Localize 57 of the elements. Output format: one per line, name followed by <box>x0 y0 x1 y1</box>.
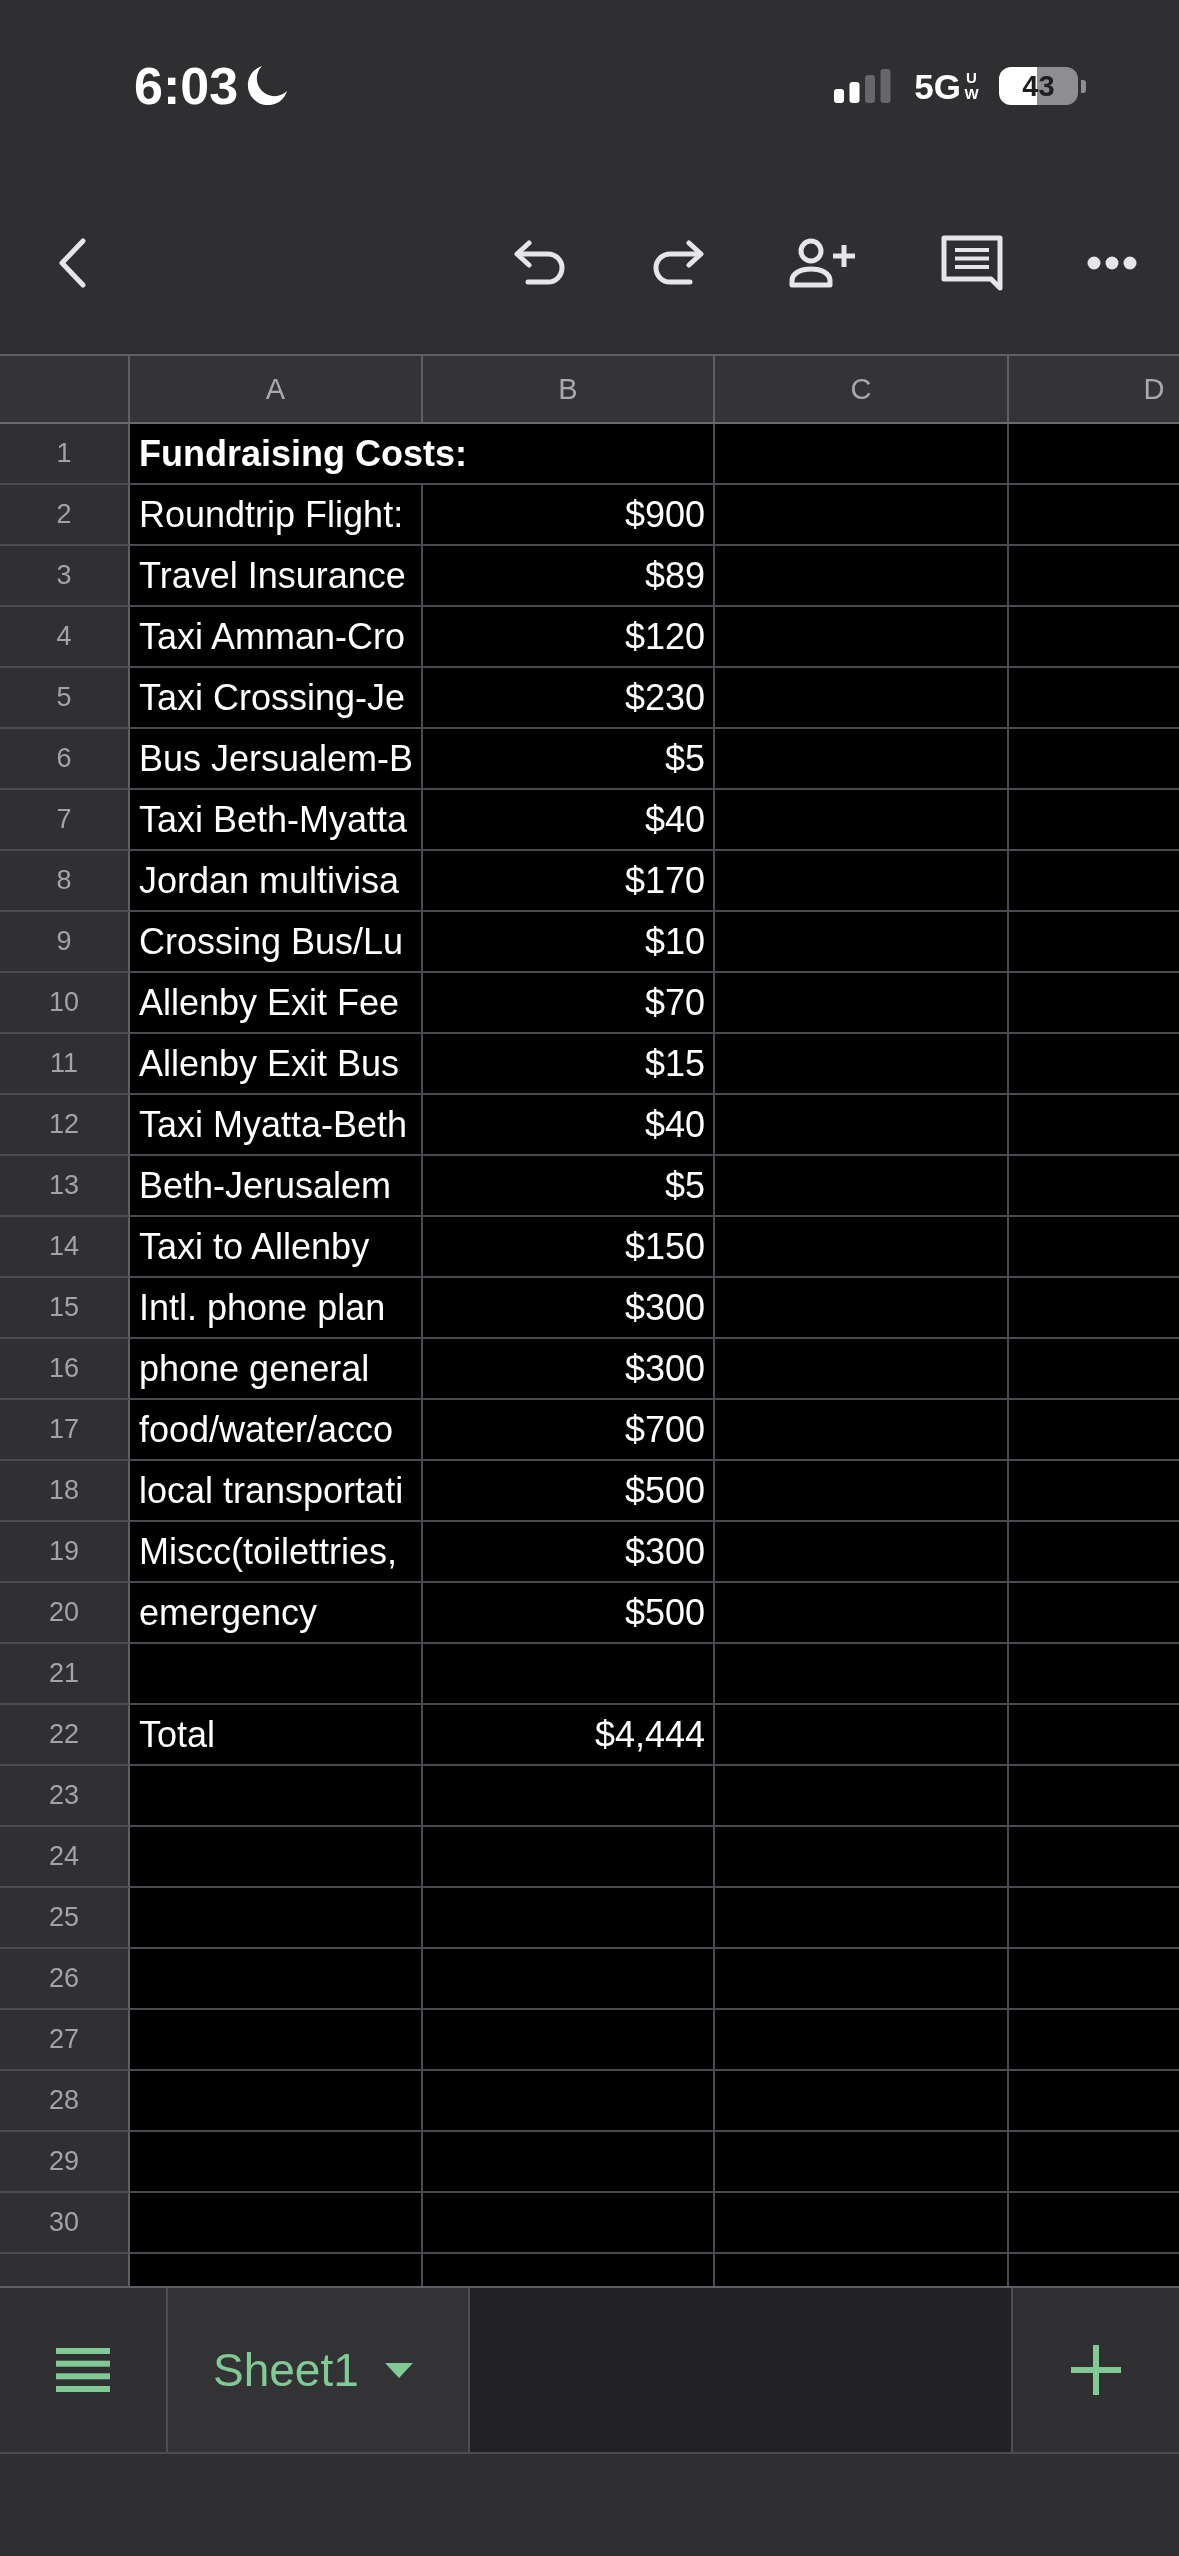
column-header[interactable]: C <box>715 356 1009 422</box>
row-number[interactable]: 30 <box>0 2193 130 2254</box>
caret-down-icon <box>384 2362 413 2378</box>
row-number[interactable]: 2 <box>0 485 130 546</box>
row-number[interactable]: 19 <box>0 1522 130 1583</box>
column-header[interactable]: B <box>423 356 715 422</box>
more-icon <box>1087 256 1137 270</box>
undo-icon <box>513 240 567 286</box>
row-number[interactable]: 16 <box>0 1339 130 1400</box>
plus-icon <box>1071 2345 1121 2395</box>
row-number[interactable]: 4 <box>0 607 130 668</box>
row-number[interactable]: 7 <box>0 790 130 851</box>
chevron-left-icon <box>57 238 87 288</box>
row-number[interactable]: 27 <box>0 2010 130 2071</box>
row-number[interactable]: 20 <box>0 1583 130 1644</box>
sheets-menu-button[interactable] <box>0 2288 168 2452</box>
row-number[interactable]: 17 <box>0 1400 130 1461</box>
row-number[interactable]: 22 <box>0 1705 130 1766</box>
row-number[interactable]: 9 <box>0 912 130 973</box>
add-sheet-button[interactable] <box>1011 2288 1179 2452</box>
comment-icon <box>941 235 1003 291</box>
row-number[interactable]: 28 <box>0 2071 130 2132</box>
add-person-icon <box>789 238 857 288</box>
network-suffix-label: UW <box>964 69 979 103</box>
row-number[interactable]: 29 <box>0 2132 130 2193</box>
back-button[interactable] <box>57 238 87 288</box>
comments-button[interactable] <box>941 235 1003 291</box>
undo-button[interactable] <box>513 240 567 286</box>
row-number[interactable]: 1 <box>0 424 130 485</box>
row-number[interactable]: 23 <box>0 1766 130 1827</box>
more-button[interactable] <box>1087 256 1137 270</box>
moon-icon <box>246 65 289 107</box>
row-number[interactable]: 21 <box>0 1644 130 1705</box>
column-header[interactable]: D <box>1009 356 1179 422</box>
menu-icon <box>56 2348 110 2392</box>
row-number[interactable]: 15 <box>0 1278 130 1339</box>
status-time: 6:03 <box>134 60 239 112</box>
redo-icon <box>651 240 705 286</box>
row-number[interactable]: 25 <box>0 1888 130 1949</box>
row-number[interactable]: 18 <box>0 1461 130 1522</box>
row-number[interactable]: 6 <box>0 729 130 790</box>
row-number[interactable]: 13 <box>0 1156 130 1217</box>
row-number[interactable]: 3 <box>0 546 130 607</box>
signal-icon <box>834 69 892 103</box>
column-header[interactable]: A <box>130 356 423 422</box>
row-number[interactable]: 10 <box>0 973 130 1034</box>
row-number[interactable]: 24 <box>0 1827 130 1888</box>
row-number[interactable]: 14 <box>0 1217 130 1278</box>
share-button[interactable] <box>789 238 857 288</box>
row-number[interactable]: 5 <box>0 668 130 729</box>
row-number[interactable]: 12 <box>0 1095 130 1156</box>
network-type: 5G <box>914 68 961 104</box>
redo-button[interactable] <box>651 240 705 286</box>
sheet-tab[interactable]: Sheet1 <box>168 2288 470 2452</box>
row-number[interactable]: 26 <box>0 1949 130 2010</box>
row-number[interactable]: 11 <box>0 1034 130 1095</box>
row-number[interactable]: 8 <box>0 851 130 912</box>
